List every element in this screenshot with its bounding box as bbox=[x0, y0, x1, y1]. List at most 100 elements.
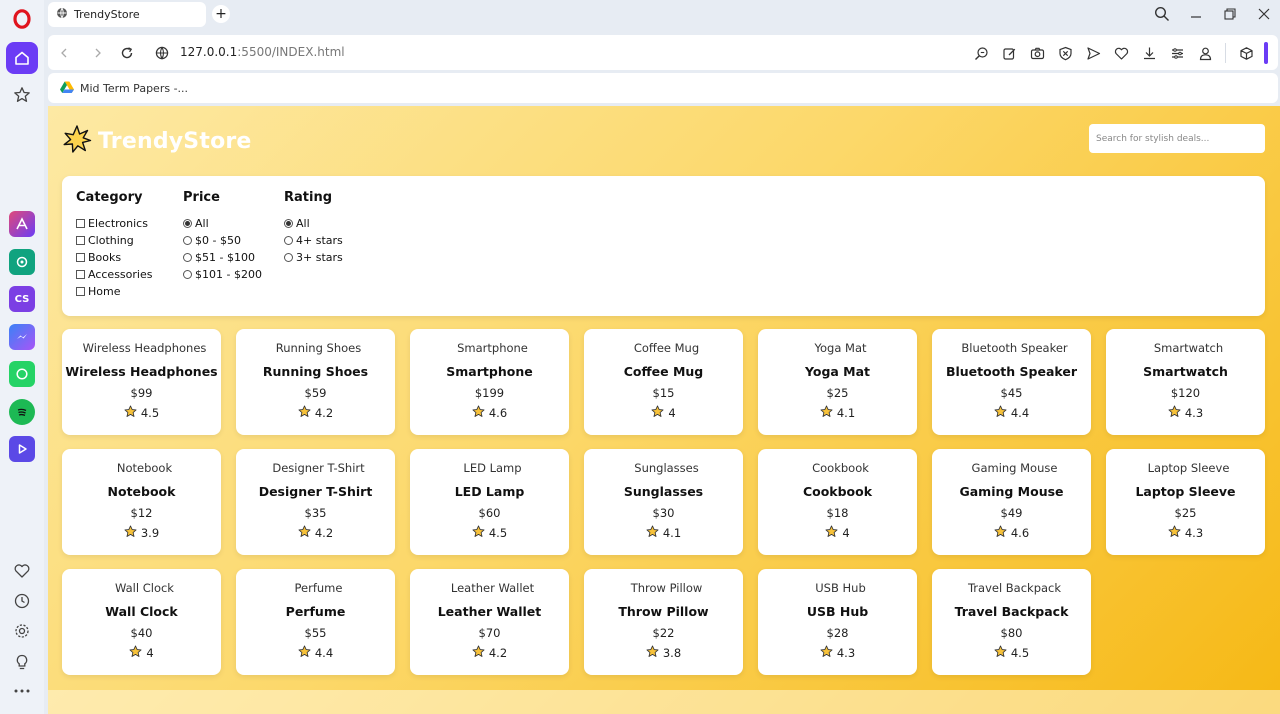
search-tabs-icon[interactable] bbox=[1152, 4, 1172, 24]
site-logo[interactable]: TrendyStore bbox=[62, 124, 252, 159]
product-price: $35 bbox=[304, 506, 327, 520]
radio-button[interactable] bbox=[183, 219, 192, 228]
price-option[interactable]: $0 - $50 bbox=[183, 232, 262, 249]
product-image: Perfume bbox=[294, 581, 343, 595]
category-option[interactable]: Clothing bbox=[76, 232, 152, 249]
star-icon bbox=[646, 645, 659, 661]
chatgpt-app-icon[interactable] bbox=[6, 246, 38, 278]
profile-indicator[interactable] bbox=[1264, 42, 1268, 64]
product-card[interactable]: Wall Clock Wall Clock $40 4 bbox=[62, 569, 221, 675]
minimize-icon[interactable] bbox=[1186, 4, 1206, 24]
category-option[interactable]: Home bbox=[76, 283, 152, 300]
spotify-app-icon[interactable] bbox=[6, 396, 38, 428]
cs-app-icon[interactable]: CS bbox=[6, 283, 38, 315]
extensions-cube-icon[interactable] bbox=[1236, 43, 1256, 63]
edit-icon[interactable] bbox=[999, 43, 1019, 63]
product-card[interactable]: Leather Wallet Leather Wallet $70 4.2 bbox=[410, 569, 569, 675]
easy-setup-icon[interactable] bbox=[1167, 43, 1187, 63]
product-price: $120 bbox=[1170, 386, 1201, 400]
aria-app-icon[interactable] bbox=[6, 208, 38, 240]
reload-icon[interactable] bbox=[117, 43, 137, 63]
product-card[interactable]: Bluetooth Speaker Bluetooth Speaker $45 4.4 bbox=[932, 329, 1091, 435]
heart-icon[interactable] bbox=[6, 555, 38, 587]
category-option[interactable]: Electronics bbox=[76, 215, 152, 232]
category-option[interactable]: Accessories bbox=[76, 266, 152, 283]
product-name: Laptop Sleeve bbox=[1135, 484, 1236, 499]
radio-button[interactable] bbox=[183, 253, 192, 262]
category-option[interactable]: Books bbox=[76, 249, 152, 266]
opera-logo-icon[interactable] bbox=[6, 3, 38, 35]
url-text[interactable]: 127.0.0.1:5500/INDEX.html bbox=[180, 45, 345, 59]
checkbox[interactable] bbox=[76, 236, 85, 245]
checkbox[interactable] bbox=[76, 287, 85, 296]
product-name: Smartwatch bbox=[1143, 364, 1228, 379]
messenger-app-icon[interactable] bbox=[6, 321, 38, 353]
product-rating: 4.1 bbox=[584, 525, 743, 541]
product-card[interactable]: USB Hub USB Hub $28 4.3 bbox=[758, 569, 917, 675]
product-card[interactable]: Smartphone Smartphone $199 4.6 bbox=[410, 329, 569, 435]
product-rating: 4.6 bbox=[410, 405, 569, 421]
bookmarks-star-icon[interactable] bbox=[6, 79, 38, 111]
product-card[interactable]: Cookbook Cookbook $18 4 bbox=[758, 449, 917, 555]
product-card[interactable]: Perfume Perfume $55 4.4 bbox=[236, 569, 395, 675]
product-card[interactable]: Notebook Notebook $12 3.9 bbox=[62, 449, 221, 555]
download-icon[interactable] bbox=[1139, 43, 1159, 63]
zoom-search-icon[interactable] bbox=[971, 43, 991, 63]
product-image: Leather Wallet bbox=[450, 581, 535, 595]
product-price: $59 bbox=[304, 386, 327, 400]
close-icon[interactable] bbox=[1254, 4, 1274, 24]
settings-gear-icon[interactable] bbox=[6, 615, 38, 647]
checkbox[interactable] bbox=[76, 219, 85, 228]
product-card[interactable]: Sunglasses Sunglasses $30 4.1 bbox=[584, 449, 743, 555]
more-dots-icon[interactable] bbox=[6, 675, 38, 707]
radio-button[interactable] bbox=[284, 236, 293, 245]
new-tab-button[interactable]: + bbox=[212, 5, 230, 23]
lightbulb-icon[interactable] bbox=[6, 646, 38, 678]
restore-icon[interactable] bbox=[1220, 4, 1240, 24]
whatsapp-app-icon[interactable] bbox=[6, 358, 38, 390]
product-card[interactable]: Throw Pillow Throw Pillow $22 3.8 bbox=[584, 569, 743, 675]
product-image: Smartphone bbox=[457, 341, 528, 355]
price-option[interactable]: All bbox=[183, 215, 262, 232]
product-card[interactable]: Travel Backpack Travel Backpack $80 4.5 bbox=[932, 569, 1091, 675]
player-app-icon[interactable] bbox=[6, 433, 38, 465]
search-input[interactable] bbox=[1089, 124, 1265, 153]
home-icon[interactable] bbox=[6, 42, 38, 74]
radio-button[interactable] bbox=[183, 270, 192, 279]
bookmark-item-label[interactable]: Mid Term Papers -... bbox=[80, 82, 188, 95]
site-info-globe-icon[interactable] bbox=[152, 43, 172, 63]
browser-tab[interactable]: TrendyStore bbox=[48, 2, 206, 27]
product-card[interactable]: Wireless Headphones Wireless Headphones $9… bbox=[62, 329, 221, 435]
send-icon[interactable] bbox=[1083, 43, 1103, 63]
checkbox[interactable] bbox=[76, 270, 85, 279]
history-clock-icon[interactable] bbox=[6, 585, 38, 617]
product-card[interactable]: Designer T-Shirt Designer T-Shirt $35 4.2 bbox=[236, 449, 395, 555]
product-card[interactable]: Yoga Mat Yoga Mat $25 4.1 bbox=[758, 329, 917, 435]
product-name: LED Lamp bbox=[454, 484, 525, 499]
product-name: Coffee Mug bbox=[623, 364, 704, 379]
product-card[interactable]: Coffee Mug Coffee Mug $15 4 bbox=[584, 329, 743, 435]
account-icon[interactable] bbox=[1195, 43, 1215, 63]
radio-button[interactable] bbox=[284, 219, 293, 228]
browser-sidebar: CS bbox=[0, 0, 44, 714]
product-card[interactable]: Laptop Sleeve Laptop Sleeve $25 4.3 bbox=[1106, 449, 1265, 555]
product-card[interactable]: Smartwatch Smartwatch $120 4.3 bbox=[1106, 329, 1265, 435]
radio-button[interactable] bbox=[284, 253, 293, 262]
price-option[interactable]: $51 - $100 bbox=[183, 249, 262, 266]
rating-option[interactable]: 4+ stars bbox=[284, 232, 343, 249]
tab-title: TrendyStore bbox=[74, 8, 140, 21]
radio-button[interactable] bbox=[183, 236, 192, 245]
rating-option[interactable]: All bbox=[284, 215, 343, 232]
product-card[interactable]: Gaming Mouse Gaming Mouse $49 4.6 bbox=[932, 449, 1091, 555]
forward-icon[interactable] bbox=[88, 43, 108, 63]
product-image: Smartwatch bbox=[1153, 341, 1224, 355]
checkbox[interactable] bbox=[76, 253, 85, 262]
rating-option[interactable]: 3+ stars bbox=[284, 249, 343, 266]
adblock-shield-icon[interactable] bbox=[1055, 43, 1075, 63]
camera-icon[interactable] bbox=[1027, 43, 1047, 63]
back-icon[interactable] bbox=[54, 43, 74, 63]
product-card[interactable]: LED Lamp LED Lamp $60 4.5 bbox=[410, 449, 569, 555]
price-option[interactable]: $101 - $200 bbox=[183, 266, 262, 283]
product-card[interactable]: Running Shoes Running Shoes $59 4.2 bbox=[236, 329, 395, 435]
favorite-heart-icon[interactable] bbox=[1111, 43, 1131, 63]
